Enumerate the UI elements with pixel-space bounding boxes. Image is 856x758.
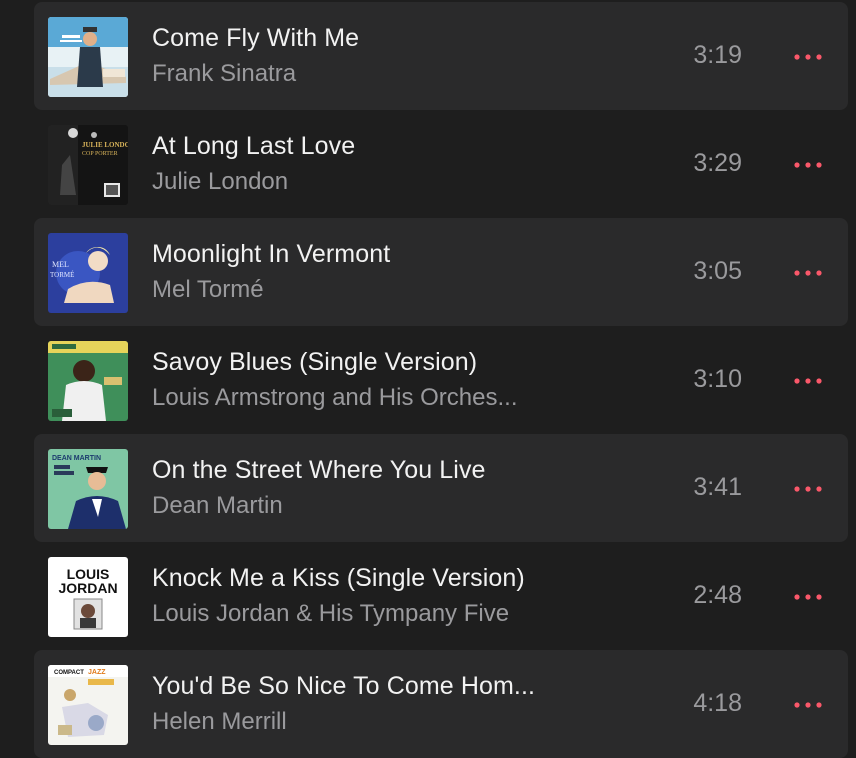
track-duration: 3:19 bbox=[693, 41, 742, 69]
track-duration: 3:41 bbox=[693, 473, 742, 501]
track-title: Savoy Blues (Single Version) bbox=[152, 348, 478, 376]
track-duration: 3:05 bbox=[693, 257, 742, 285]
track-title: On the Street Where You Live bbox=[152, 456, 486, 484]
track-row[interactable]: LOUIS JORDAN Knock Me a Kiss (Single Ver… bbox=[34, 542, 848, 650]
more-options-button[interactable] bbox=[788, 474, 828, 504]
track-artist[interactable]: Julie London bbox=[152, 168, 288, 196]
track-artist[interactable]: Frank Sinatra bbox=[152, 60, 296, 88]
ellipsis-icon bbox=[794, 486, 822, 492]
track-row[interactable]: Come Fly With Me Frank Sinatra 3:19 bbox=[34, 2, 848, 110]
ellipsis-icon bbox=[794, 594, 822, 600]
artwork-text: JULIE LONDON bbox=[82, 141, 128, 149]
track-title: Moonlight In Vermont bbox=[152, 240, 391, 268]
album-artwork: JULIE LONDON COP PORTER bbox=[48, 125, 128, 205]
track-artist[interactable]: Mel Tormé bbox=[152, 276, 264, 304]
track-duration: 3:29 bbox=[693, 149, 742, 177]
track-row[interactable]: COMPACT JAZZ You'd Be So Nice To Come Ho… bbox=[34, 650, 848, 758]
ellipsis-icon bbox=[794, 378, 822, 384]
more-options-button[interactable] bbox=[788, 150, 828, 180]
album-artwork: COMPACT JAZZ bbox=[48, 665, 128, 745]
more-options-button[interactable] bbox=[788, 42, 828, 72]
more-options-button[interactable] bbox=[788, 258, 828, 288]
artwork-text: MEL bbox=[52, 260, 69, 269]
track-title: You'd Be So Nice To Come Hom... bbox=[152, 672, 536, 700]
track-title: Knock Me a Kiss (Single Version) bbox=[152, 564, 525, 592]
artwork-text: TORMÉ bbox=[50, 271, 74, 279]
track-row[interactable]: Savoy Blues (Single Version) Louis Armst… bbox=[34, 326, 848, 434]
track-duration: 4:18 bbox=[693, 689, 742, 717]
ellipsis-icon bbox=[794, 162, 822, 168]
track-row[interactable]: MEL TORMÉ Moonlight In Vermont Mel Tormé… bbox=[34, 218, 848, 326]
track-duration: 3:10 bbox=[693, 365, 742, 393]
artwork-text: JORDAN bbox=[58, 580, 117, 596]
ellipsis-icon bbox=[794, 702, 822, 708]
track-title: At Long Last Love bbox=[152, 132, 356, 160]
more-options-button[interactable] bbox=[788, 690, 828, 720]
more-options-button[interactable] bbox=[788, 366, 828, 396]
album-artwork: MEL TORMÉ bbox=[48, 233, 128, 313]
track-artist[interactable]: Dean Martin bbox=[152, 492, 283, 520]
ellipsis-icon bbox=[794, 54, 822, 60]
album-artwork: DEAN MARTIN bbox=[48, 449, 128, 529]
track-artist[interactable]: Helen Merrill bbox=[152, 708, 287, 736]
artwork-text: COP PORTER bbox=[82, 151, 118, 157]
album-artwork bbox=[48, 341, 128, 421]
track-duration: 2:48 bbox=[693, 581, 742, 609]
track-title: Come Fly With Me bbox=[152, 24, 360, 52]
album-artwork: LOUIS JORDAN bbox=[48, 557, 128, 637]
track-artist[interactable]: Louis Armstrong and His Orches... bbox=[152, 384, 517, 412]
ellipsis-icon bbox=[794, 270, 822, 276]
track-artist[interactable]: Louis Jordan & His Tympany Five bbox=[152, 600, 509, 628]
album-artwork bbox=[48, 17, 128, 97]
artwork-text: JAZZ bbox=[88, 669, 106, 676]
artwork-text: COMPACT bbox=[54, 670, 84, 676]
track-row[interactable]: JULIE LONDON COP PORTER At Long Last Lov… bbox=[34, 110, 848, 218]
artwork-text: DEAN MARTIN bbox=[52, 455, 101, 462]
more-options-button[interactable] bbox=[788, 582, 828, 612]
track-row[interactable]: DEAN MARTIN On the Street Where You Live… bbox=[34, 434, 848, 542]
track-list: Come Fly With Me Frank Sinatra 3:19 JULI… bbox=[34, 2, 848, 758]
